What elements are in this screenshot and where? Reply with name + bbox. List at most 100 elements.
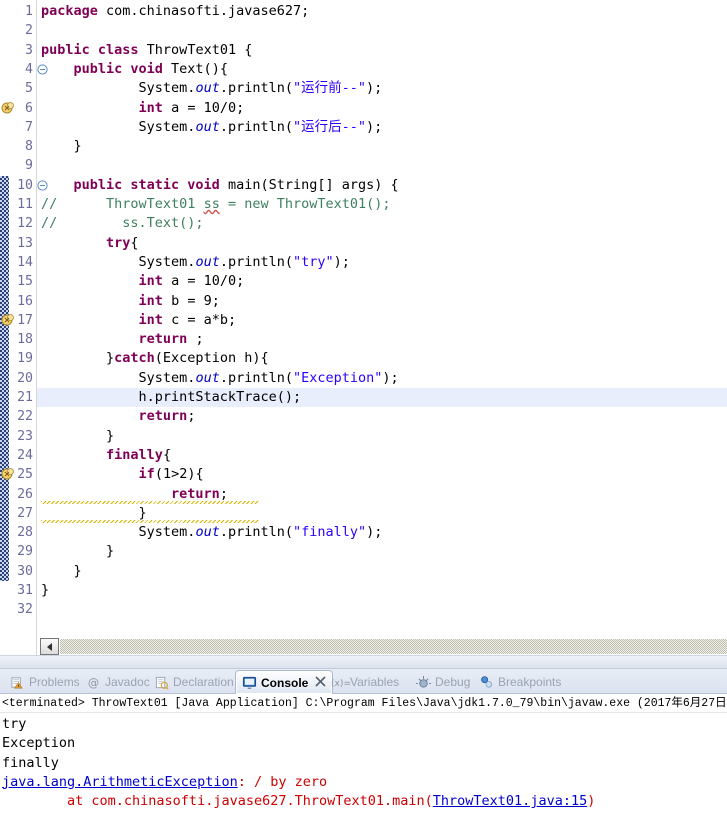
line-number: 15: [17, 274, 33, 290]
console-line: finally: [2, 754, 727, 773]
stacktrace-link[interactable]: java.lang.ArithmeticException: [2, 774, 238, 790]
code-token: System.: [41, 80, 196, 97]
tab-console[interactable]: Console: [235, 670, 334, 694]
tab-declaration[interactable]: Declaration: [148, 670, 240, 694]
code-line[interactable]: // ThrowText01 ss = new ThrowText01();: [37, 195, 727, 214]
line-number: 23: [17, 428, 33, 444]
code-line[interactable]: public class ThrowText01 {: [37, 41, 727, 60]
code-token: .println(: [219, 253, 293, 270]
code-token: System.: [41, 253, 196, 270]
line-number: 32: [17, 602, 33, 618]
stacktrace-link[interactable]: ThrowText01.java:15: [433, 793, 587, 809]
code-line[interactable]: System.out.println("finally");: [37, 523, 727, 542]
variables-icon: (x)=: [331, 675, 351, 690]
code-line[interactable]: [37, 156, 727, 175]
console-text: : / by zero: [237, 773, 328, 790]
javadoc-icon: @: [86, 675, 101, 690]
svg-text:(x)=: (x)=: [331, 679, 351, 689]
code-line[interactable]: public static void main(String[] args) {: [37, 176, 727, 195]
tab-problems[interactable]: Problems: [4, 670, 86, 694]
code-token: public class: [41, 41, 139, 58]
line-number: 11: [17, 197, 33, 212]
code-token: out: [195, 253, 220, 270]
code-line[interactable]: }catch(Exception h){: [37, 349, 727, 368]
code-line-text: System.out.println("try");: [41, 253, 350, 272]
code-token: int: [138, 311, 163, 328]
code-line[interactable]: return;: [37, 407, 727, 426]
code-token: }: [41, 350, 115, 367]
code-line-text: int a = 10/0;: [41, 99, 245, 118]
code-token: }: [41, 582, 50, 598]
sash-gradient: [0, 656, 727, 668]
code-line[interactable]: // ss.Text();: [37, 214, 727, 233]
code-line[interactable]: System.out.println("try");: [37, 253, 727, 272]
code-line[interactable]: h.printStackTrace();: [37, 388, 727, 408]
code-token: package: [41, 3, 98, 19]
tab-label: Breakpoints: [498, 675, 562, 689]
code-token: ThrowText01 {: [138, 41, 253, 58]
tab-breakpoints[interactable]: Breakpoints: [473, 670, 567, 694]
line-number: 14: [17, 254, 33, 270]
code-line[interactable]: System.out.println("运行前--");: [37, 79, 727, 98]
code-line[interactable]: if(1>2){: [37, 465, 727, 484]
line-number: 31: [17, 583, 33, 598]
code-token: "运行前--": [292, 80, 366, 97]
code-line[interactable]: }: [37, 542, 727, 561]
declaration-icon: [154, 675, 169, 690]
line-number: 16: [17, 293, 33, 309]
view-sash[interactable]: [0, 655, 727, 669]
code-line[interactable]: }: [37, 427, 727, 446]
tab-label: Javadoc: [105, 675, 150, 689]
code-line-text: }: [41, 137, 82, 156]
code-line[interactable]: [37, 600, 727, 619]
line-number: 30: [17, 563, 33, 579]
code-token: .println(: [219, 80, 293, 97]
code-line-text: int c = a*b;: [41, 311, 237, 330]
tab-javadoc[interactable]: @ Javadoc: [80, 670, 156, 694]
code-line[interactable]: try{: [37, 234, 727, 253]
code-line[interactable]: }: [37, 137, 727, 156]
code-token: }: [41, 427, 115, 444]
tab-debug[interactable]: Debug: [410, 670, 476, 694]
code-line[interactable]: int a = 10/0;: [37, 272, 727, 291]
console-output[interactable]: try Exception finally java.lang.ArithmeticE…: [0, 713, 727, 811]
code-text-area[interactable]: package com.chinasofti.javase627; public …: [37, 0, 727, 655]
code-line[interactable]: int c = a*b;: [37, 311, 727, 330]
code-line[interactable]: package com.chinasofti.javase627;: [37, 2, 727, 21]
code-line[interactable]: [37, 21, 727, 40]
line-number: 27: [17, 505, 33, 521]
code-token: (Exception h){: [154, 350, 269, 367]
console-text: try: [2, 716, 27, 732]
code-line-text: if(1>2){: [41, 465, 204, 484]
code-line[interactable]: }: [37, 562, 727, 581]
code-line[interactable]: System.out.println("Exception");: [37, 369, 727, 388]
code-line[interactable]: }: [37, 581, 727, 600]
tab-variables[interactable]: (x)= Variables: [325, 670, 405, 694]
warning-marker-icon[interactable]: [0, 100, 16, 116]
console-line: Exception: [2, 734, 727, 753]
scroll-left-button[interactable]: [40, 638, 59, 655]
warning-marker-icon[interactable]: [0, 312, 16, 328]
code-line-text: }: [41, 427, 114, 446]
tab-label: Problems: [29, 675, 80, 689]
line-number: 10: [17, 177, 33, 193]
line-number: 18: [17, 332, 33, 348]
scrollbar-track[interactable]: [60, 639, 727, 654]
java-editor[interactable]: 1 2 3 4 5 6 7 8 9 10 11 12 13 14 15 16 17 18 19 20 21 22 23 24 2…: [0, 0, 727, 655]
code-line[interactable]: int b = 9;: [37, 292, 727, 311]
warning-marker-icon[interactable]: [0, 466, 16, 482]
code-line[interactable]: public void Text(){: [37, 60, 727, 79]
code-line[interactable]: finally{: [37, 446, 727, 465]
code-token: return: [138, 331, 188, 348]
code-line[interactable]: int a = 10/0;: [37, 99, 727, 118]
code-line[interactable]: return ;: [37, 330, 727, 349]
editor-horizontal-scrollbar[interactable]: [37, 638, 727, 655]
code-line[interactable]: System.out.println("运行后--");: [37, 118, 727, 137]
code-line-text: // ss.Text();: [41, 214, 204, 233]
